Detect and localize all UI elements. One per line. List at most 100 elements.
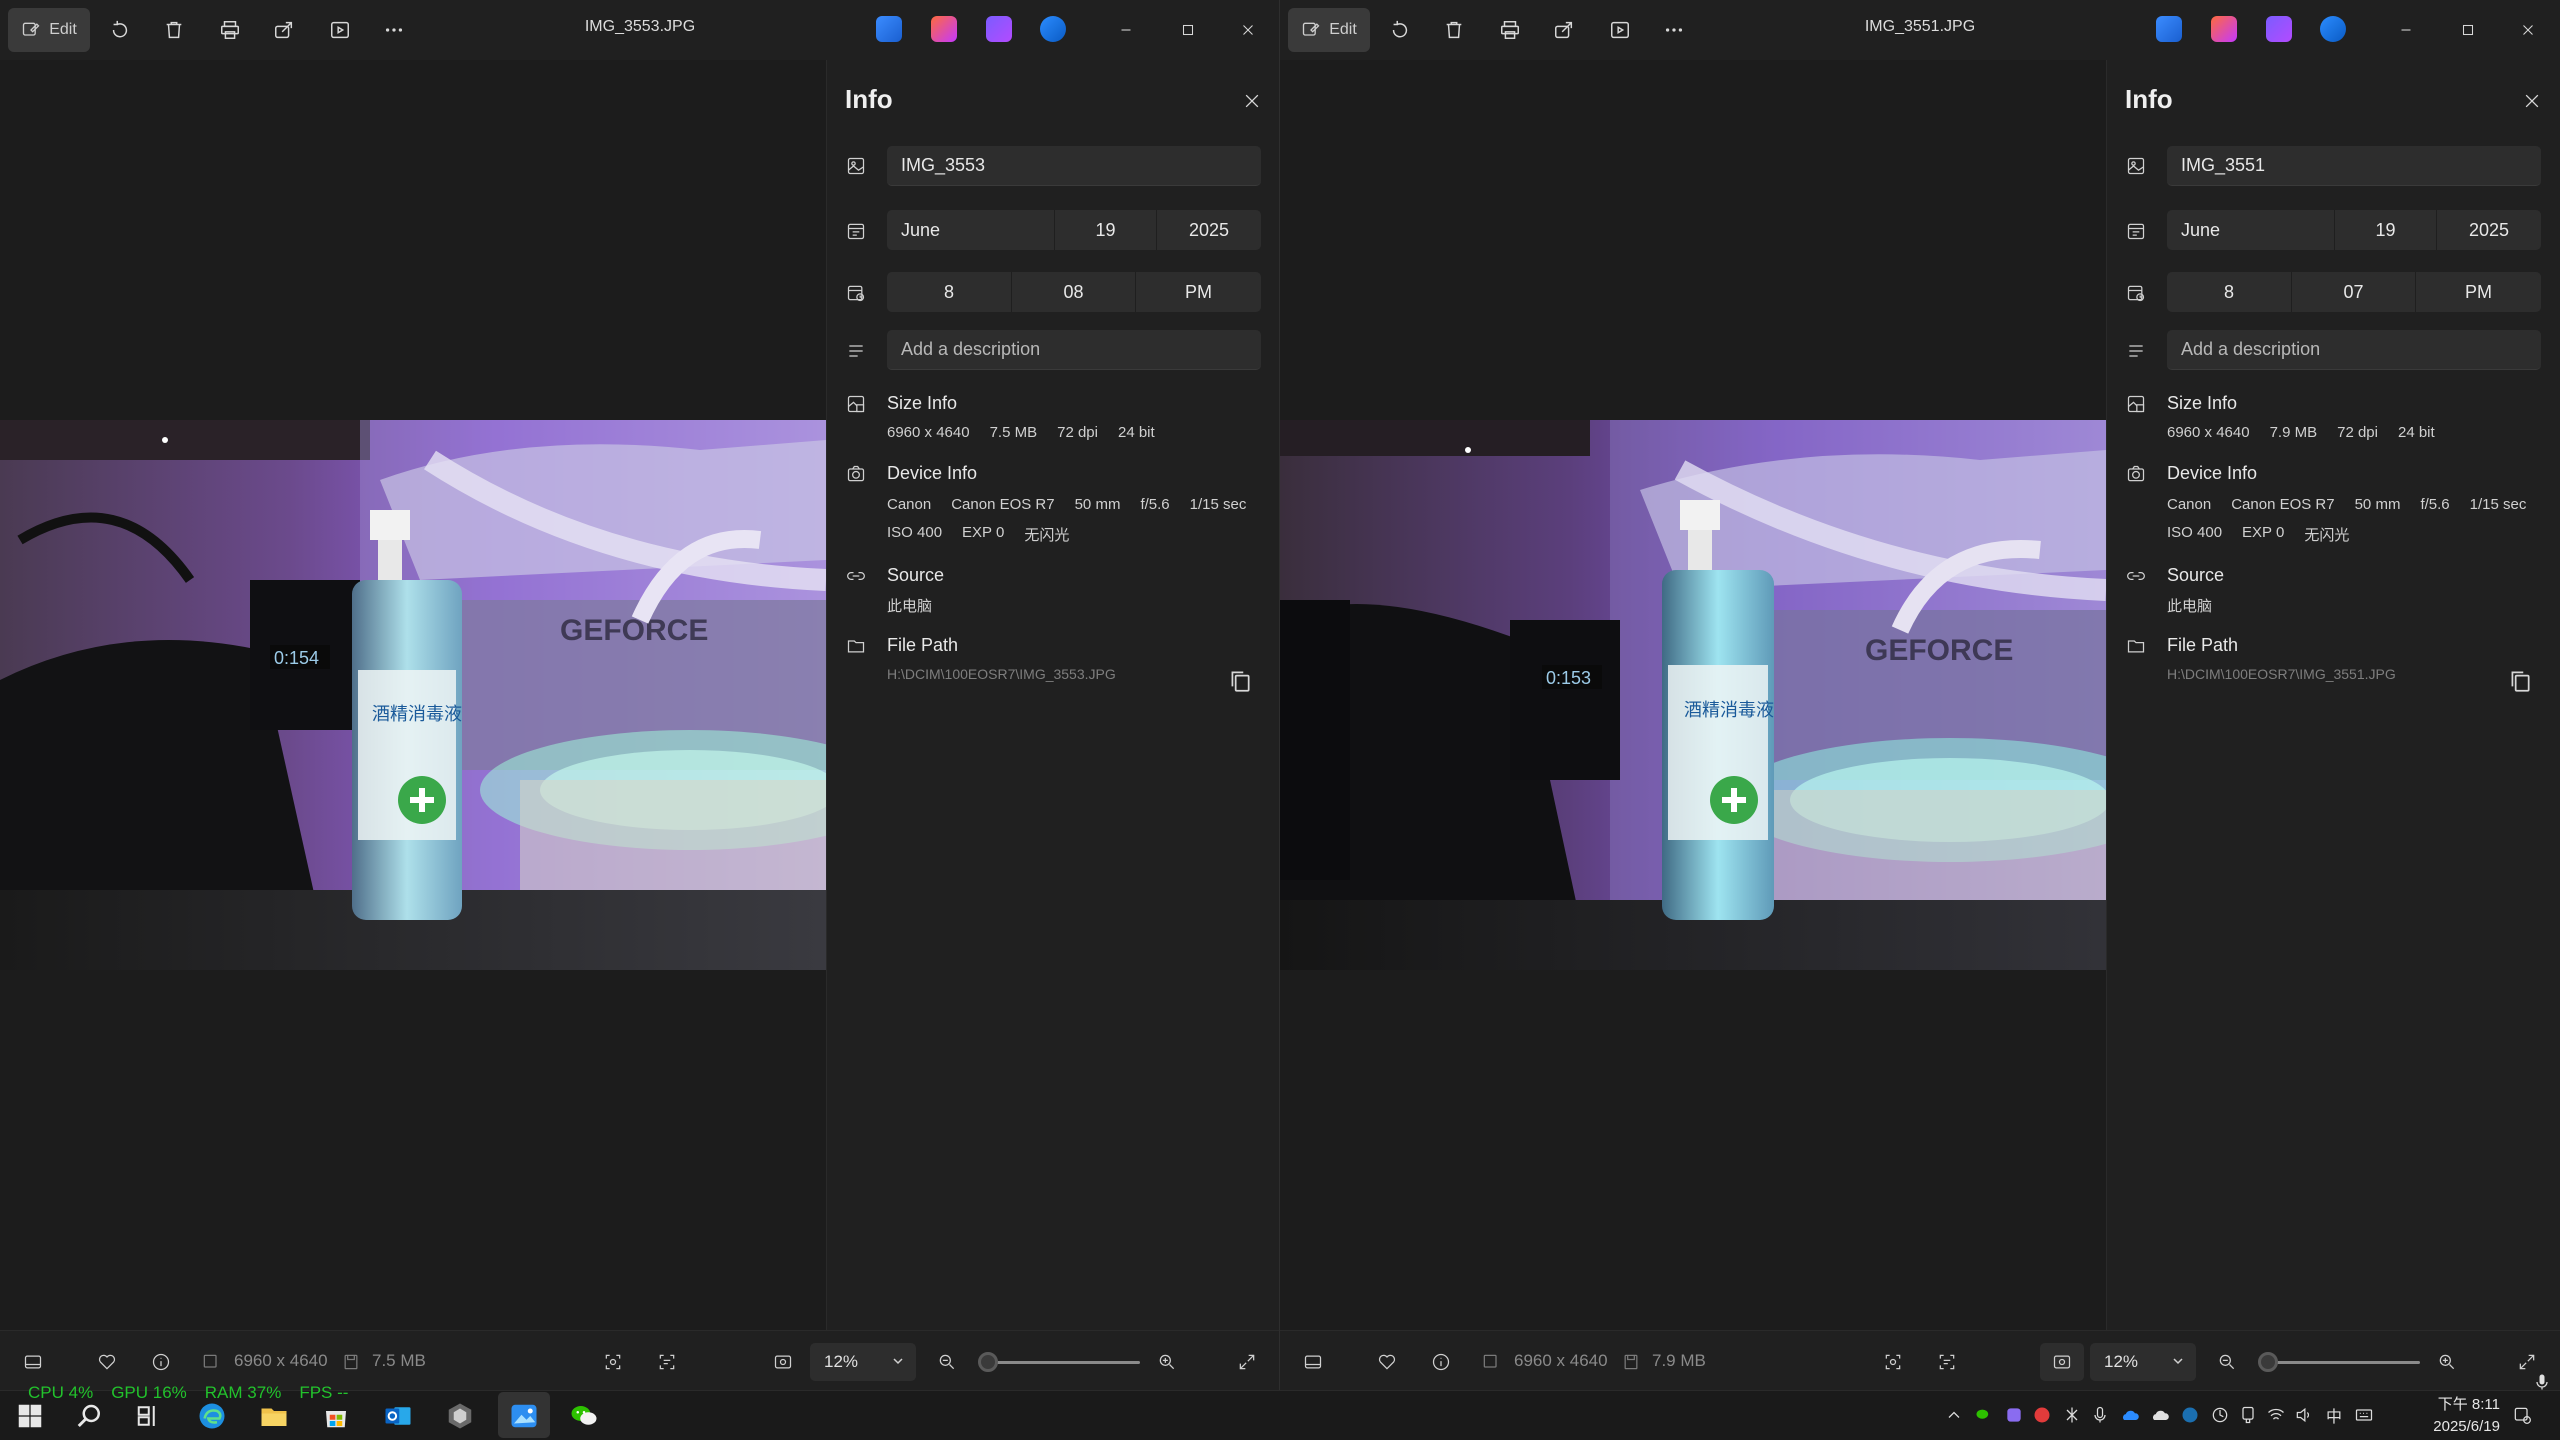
description-input[interactable]: Add a description bbox=[2167, 330, 2541, 370]
zoom-in-icon[interactable] bbox=[1154, 1349, 1180, 1375]
tray-wifi-icon[interactable] bbox=[2264, 1403, 2288, 1427]
copy-icon[interactable] bbox=[2507, 668, 2537, 698]
filmstrip-icon[interactable] bbox=[1300, 1349, 1326, 1375]
date-picker[interactable]: June 19 2025 bbox=[2167, 210, 2541, 250]
info-icon[interactable] bbox=[148, 1349, 174, 1375]
fit-screen-button[interactable] bbox=[2040, 1343, 2084, 1381]
wechat-icon[interactable] bbox=[566, 1398, 602, 1434]
designer-app-icon[interactable] bbox=[2156, 16, 2182, 42]
info-icon[interactable] bbox=[1428, 1349, 1454, 1375]
more-icon[interactable] bbox=[378, 14, 410, 46]
file-path-value[interactable]: H:\DCIM\100EOSR7\IMG_3551.JPG bbox=[2167, 666, 2396, 682]
rotate-icon[interactable] bbox=[1384, 14, 1416, 46]
date-picker[interactable]: June 19 2025 bbox=[887, 210, 1261, 250]
time-hour[interactable]: 8 bbox=[887, 272, 1012, 312]
tray-bluetooth-icon[interactable] bbox=[2060, 1403, 2084, 1427]
tray-app-icon[interactable] bbox=[2002, 1403, 2026, 1427]
start-icon[interactable] bbox=[12, 1398, 48, 1434]
description-input[interactable]: Add a description bbox=[887, 330, 1261, 370]
visual-search-icon[interactable] bbox=[654, 1349, 680, 1375]
print-icon[interactable] bbox=[1494, 14, 1526, 46]
tray-onedrive-personal-icon[interactable] bbox=[2148, 1403, 2172, 1427]
ocr-icon[interactable] bbox=[600, 1349, 626, 1375]
date-year[interactable]: 2025 bbox=[2437, 210, 2541, 250]
file-explorer-icon[interactable] bbox=[256, 1398, 292, 1434]
taskbar-clock[interactable]: 下午 8:11 2025/6/19 bbox=[2400, 1394, 2500, 1438]
share-icon[interactable] bbox=[1548, 14, 1580, 46]
zoom-dropdown[interactable]: 12% bbox=[2090, 1343, 2196, 1381]
delete-icon[interactable] bbox=[158, 14, 190, 46]
zoom-dropdown[interactable]: 12% bbox=[810, 1343, 916, 1381]
close-icon[interactable] bbox=[1228, 14, 1268, 46]
file-name-input[interactable]: IMG_3553 bbox=[887, 146, 1261, 186]
tray-network-app-icon[interactable] bbox=[2208, 1403, 2232, 1427]
close-info-icon[interactable] bbox=[1237, 86, 1267, 116]
slideshow-icon[interactable] bbox=[1604, 14, 1636, 46]
time-ampm[interactable]: PM bbox=[2416, 272, 2541, 312]
video-editor-app-icon[interactable] bbox=[2266, 16, 2292, 42]
copy-icon[interactable] bbox=[1227, 668, 1257, 698]
close-info-icon[interactable] bbox=[2517, 86, 2547, 116]
zoom-slider-thumb[interactable] bbox=[2258, 1352, 2278, 1372]
photos-icon[interactable] bbox=[506, 1398, 542, 1434]
tray-ime-mode[interactable]: 中 bbox=[2322, 1403, 2346, 1427]
time-picker[interactable]: 8 08 PM bbox=[887, 272, 1261, 312]
tray-usb-icon[interactable] bbox=[2236, 1403, 2260, 1427]
slideshow-icon[interactable] bbox=[324, 14, 356, 46]
video-editor-app-icon[interactable] bbox=[986, 16, 1012, 42]
tray-security-icon[interactable] bbox=[2030, 1403, 2054, 1427]
zoom-slider-track[interactable] bbox=[990, 1361, 1140, 1364]
time-hour[interactable]: 8 bbox=[2167, 272, 2292, 312]
minimize-icon[interactable] bbox=[1106, 14, 1146, 46]
minimize-icon[interactable] bbox=[2386, 14, 2426, 46]
clipchamp-app-icon[interactable] bbox=[2211, 16, 2237, 42]
task-view-icon[interactable] bbox=[132, 1398, 168, 1434]
close-icon[interactable] bbox=[2508, 14, 2548, 46]
zoom-in-icon[interactable] bbox=[2434, 1349, 2460, 1375]
store-icon[interactable] bbox=[318, 1398, 354, 1434]
voice-input-icon[interactable] bbox=[2530, 1370, 2554, 1394]
zoom-slider-track[interactable] bbox=[2270, 1361, 2420, 1364]
time-ampm[interactable]: PM bbox=[1136, 272, 1261, 312]
favorite-icon[interactable] bbox=[1374, 1349, 1400, 1375]
delete-icon[interactable] bbox=[1438, 14, 1470, 46]
print-icon[interactable] bbox=[214, 14, 246, 46]
time-minute[interactable]: 07 bbox=[2292, 272, 2416, 312]
outlook-icon[interactable] bbox=[380, 1398, 416, 1434]
maximize-icon[interactable] bbox=[1168, 14, 1208, 46]
date-month[interactable]: June bbox=[2167, 210, 2335, 250]
ocr-icon[interactable] bbox=[1880, 1349, 1906, 1375]
edge-icon[interactable] bbox=[194, 1398, 230, 1434]
date-day[interactable]: 19 bbox=[1055, 210, 1157, 250]
zoom-out-icon[interactable] bbox=[934, 1349, 960, 1375]
app-hexagon-icon[interactable] bbox=[442, 1398, 478, 1434]
date-month[interactable]: June bbox=[887, 210, 1055, 250]
image-viewer[interactable]: GEFORCE 0:154 酒精消毒液 bbox=[0, 60, 826, 1330]
tray-keyboard-icon[interactable] bbox=[2352, 1403, 2376, 1427]
tray-expand-icon[interactable] bbox=[1942, 1403, 1966, 1427]
favorite-icon[interactable] bbox=[94, 1349, 120, 1375]
file-path-value[interactable]: H:\DCIM\100EOSR7\IMG_3553.JPG bbox=[887, 666, 1116, 682]
tray-wechat-icon[interactable] bbox=[1972, 1403, 1996, 1427]
time-picker[interactable]: 8 07 PM bbox=[2167, 272, 2541, 312]
onedrive-app-icon[interactable] bbox=[2320, 16, 2346, 42]
more-icon[interactable] bbox=[1658, 14, 1690, 46]
zoom-slider-thumb[interactable] bbox=[978, 1352, 998, 1372]
clipchamp-app-icon[interactable] bbox=[931, 16, 957, 42]
edit-button[interactable]: Edit bbox=[1288, 8, 1370, 52]
date-day[interactable]: 19 bbox=[2335, 210, 2437, 250]
share-icon[interactable] bbox=[268, 14, 300, 46]
tray-onedrive-icon[interactable] bbox=[2118, 1403, 2142, 1427]
visual-search-icon[interactable] bbox=[1934, 1349, 1960, 1375]
fit-screen-icon[interactable] bbox=[770, 1349, 796, 1375]
rotate-icon[interactable] bbox=[104, 14, 136, 46]
designer-app-icon[interactable] bbox=[876, 16, 902, 42]
file-name-input[interactable]: IMG_3551 bbox=[2167, 146, 2541, 186]
time-minute[interactable]: 08 bbox=[1012, 272, 1136, 312]
fullscreen-icon[interactable] bbox=[1234, 1349, 1260, 1375]
date-year[interactable]: 2025 bbox=[1157, 210, 1261, 250]
tray-steam-icon[interactable] bbox=[2178, 1403, 2202, 1427]
tray-mic-icon[interactable] bbox=[2088, 1403, 2112, 1427]
search-icon[interactable] bbox=[72, 1398, 108, 1434]
filmstrip-icon[interactable] bbox=[20, 1349, 46, 1375]
